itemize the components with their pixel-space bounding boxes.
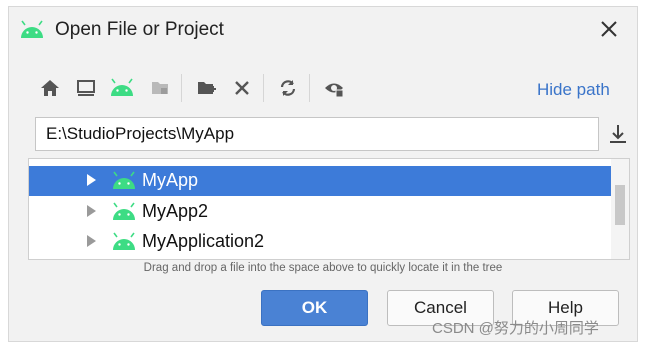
expand-arrow-icon[interactable] — [87, 205, 96, 217]
watermark: CSDN @努力的小周同学 — [432, 320, 599, 337]
delete-button[interactable] — [227, 71, 257, 105]
refresh-button[interactable] — [273, 71, 303, 105]
delete-icon — [235, 81, 249, 95]
tree-item-label: MyApplication2 — [142, 231, 265, 251]
tree-item-label: MyApp2 — [142, 201, 209, 221]
android-project-icon — [113, 171, 135, 189]
tree-item-label: MyApp — [142, 170, 199, 190]
title-bar: Open File or Project — [9, 7, 637, 53]
hide-path-link[interactable]: Hide path — [537, 80, 610, 100]
expand-arrow-icon[interactable] — [87, 235, 96, 247]
download-icon[interactable] — [605, 121, 631, 147]
android-project-icon — [113, 202, 135, 220]
tree-item[interactable]: MyApp — [29, 166, 611, 196]
path-input[interactable] — [35, 117, 599, 151]
android-icon — [21, 20, 43, 38]
drag-drop-hint: Drag and drop a file into the space abov… — [143, 262, 503, 274]
show-hidden-files-button[interactable] — [319, 71, 349, 105]
home-button[interactable] — [35, 71, 65, 105]
project-tree[interactable]: MyApp MyApp2 MyApplication2 — [28, 158, 630, 260]
tree-scrollbar[interactable] — [611, 159, 629, 259]
module-button[interactable] — [145, 71, 175, 105]
tree-item[interactable]: MyApp2 — [29, 197, 611, 227]
new-folder-icon — [198, 82, 216, 94]
refresh-icon — [280, 80, 296, 96]
show-hidden-files-icon — [325, 83, 344, 98]
open-file-dialog: Open File or Project Hide path E:\Studio… — [8, 6, 638, 342]
scrollbar-thumb[interactable] — [615, 185, 625, 225]
close-icon[interactable] — [597, 17, 621, 41]
module-folder-icon — [152, 82, 168, 94]
desktop-button[interactable] — [71, 71, 101, 105]
tree-item[interactable]: MyApplication2 — [29, 227, 611, 257]
dialog-title: Open File or Project — [55, 19, 224, 40]
toolbar-separator — [263, 74, 264, 102]
android-project-button[interactable] — [107, 71, 137, 105]
new-folder-button[interactable] — [191, 71, 221, 105]
toolbar-separator — [181, 74, 182, 102]
home-icon — [41, 80, 59, 96]
desktop-icon — [77, 80, 95, 96]
android-project-icon — [113, 232, 135, 250]
expand-arrow-icon[interactable] — [87, 174, 96, 186]
android-project-icon — [111, 78, 133, 96]
toolbar-separator — [309, 74, 310, 102]
ok-button[interactable]: OK — [261, 290, 368, 326]
